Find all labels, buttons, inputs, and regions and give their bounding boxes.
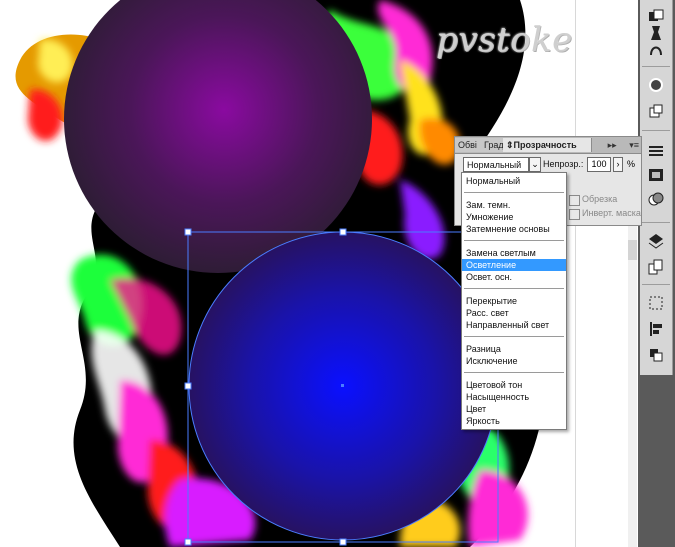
menu-item-difference[interactable]: Разница [462, 343, 566, 355]
dock-divider [642, 66, 670, 67]
artboard-canvas[interactable] [0, 0, 675, 547]
tab-stroke[interactable]: Обві [455, 138, 484, 152]
menu-item-lighten[interactable]: Замена светлым [462, 247, 566, 259]
menu-divider [464, 192, 564, 193]
panel-header-controls: ▸▸ ▾≡ [608, 138, 639, 152]
panel-menu-icon[interactable]: ▾≡ [629, 140, 639, 150]
menu-item-exclusion[interactable]: Исключение [462, 355, 566, 367]
scrollbar-thumb[interactable] [628, 240, 637, 260]
menu-item-screen[interactable]: Осветление [462, 259, 566, 271]
menu-item-color-dodge[interactable]: Освет. осн. [462, 271, 566, 283]
dock-divider [642, 284, 670, 285]
brushes-icon[interactable] [644, 74, 668, 96]
artboards-icon[interactable] [644, 256, 668, 278]
panel-tab-bar: Обві Град ⇕Прозрачность ▸▸ ▾≡ [455, 137, 641, 154]
menu-divider [464, 372, 564, 373]
dock-divider [642, 130, 670, 131]
menu-item-color-burn[interactable]: Затемнение основы [462, 223, 566, 235]
invert-mask-checkbox[interactable] [569, 209, 580, 220]
menu-item-color[interactable]: Цвет [462, 403, 566, 415]
menu-divider [464, 240, 564, 241]
pathfinder-icon[interactable] [644, 344, 668, 366]
menu-item-hue[interactable]: Цветовой тон [462, 379, 566, 391]
tab-transparency[interactable]: ⇕Прозрачность [503, 138, 592, 152]
menu-item-saturation[interactable]: Насыщенность [462, 391, 566, 403]
menu-item-darken[interactable]: Зам. темн. [462, 199, 566, 211]
opacity-input[interactable]: 100 [587, 157, 611, 172]
tab-transparency-label: Прозрачность [513, 140, 577, 150]
opacity-label: Непрозр.: [543, 159, 584, 169]
invert-mask-label: Инверт. маска [582, 208, 641, 218]
menu-item-soft-light[interactable]: Расс. свет [462, 307, 566, 319]
stroke-icon[interactable] [644, 38, 668, 60]
layers-icon[interactable] [644, 230, 668, 252]
transform-icon[interactable] [644, 318, 668, 340]
dock-divider [642, 222, 670, 223]
clip-checkbox[interactable] [569, 195, 580, 206]
appearance-icon[interactable] [644, 188, 668, 210]
opacity-dropdown-arrow[interactable]: › [613, 157, 623, 172]
symbols-icon[interactable] [644, 100, 668, 122]
collapse-panel-icon[interactable]: ▸▸ [608, 140, 617, 150]
clip-label: Обрезка [582, 194, 618, 204]
menu-item-luminosity[interactable]: Яркость [462, 415, 566, 427]
gradient-icon[interactable] [644, 140, 668, 162]
menu-item-multiply[interactable]: Умножение [462, 211, 566, 223]
menu-divider [464, 288, 564, 289]
blend-mode-select[interactable]: Нормальный [463, 157, 529, 172]
menu-item-hard-light[interactable]: Направленный свет [462, 319, 566, 331]
chevron-down-icon[interactable]: ⌄ [529, 157, 541, 172]
menu-divider [464, 336, 564, 337]
blend-mode-menu: Нормальный Зам. темн. Умножение Затемнен… [461, 172, 567, 430]
percent-sign: % [627, 159, 636, 169]
align-icon[interactable] [644, 292, 668, 314]
transparency-icon[interactable] [644, 164, 668, 186]
menu-item-overlay[interactable]: Перекрытие [462, 295, 566, 307]
tab-grip-icon: ⇕ [506, 140, 514, 150]
menu-item-normal[interactable]: Нормальный [462, 175, 566, 187]
